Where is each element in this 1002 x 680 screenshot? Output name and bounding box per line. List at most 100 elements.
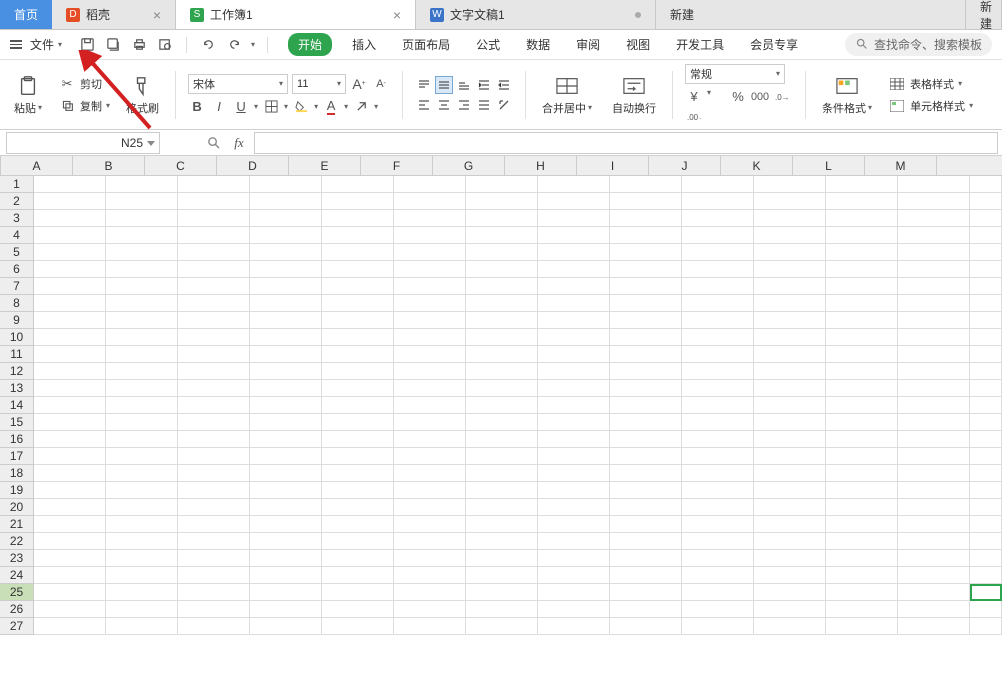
cell[interactable]: [754, 193, 826, 210]
row-header[interactable]: 23: [0, 550, 34, 567]
ribbon-tab-insert[interactable]: 插入: [346, 34, 382, 55]
row-header[interactable]: 17: [0, 448, 34, 465]
orientation-icon[interactable]: [495, 96, 513, 114]
cell[interactable]: [970, 601, 1002, 618]
cell[interactable]: [466, 193, 538, 210]
cell[interactable]: [682, 397, 754, 414]
cell[interactable]: [394, 567, 466, 584]
cell[interactable]: [826, 431, 898, 448]
cell[interactable]: [898, 312, 970, 329]
cell[interactable]: [322, 329, 394, 346]
cell[interactable]: [754, 533, 826, 550]
cell[interactable]: [178, 312, 250, 329]
cell[interactable]: [826, 312, 898, 329]
chevron-down-icon[interactable]: ▾: [374, 102, 378, 111]
row-header[interactable]: 9: [0, 312, 34, 329]
cell[interactable]: [106, 346, 178, 363]
cell[interactable]: [34, 244, 106, 261]
cell[interactable]: [970, 397, 1002, 414]
row-header[interactable]: 8: [0, 295, 34, 312]
print-icon[interactable]: [130, 36, 148, 54]
row-header[interactable]: 24: [0, 567, 34, 584]
cell[interactable]: [538, 465, 610, 482]
cell[interactable]: [970, 227, 1002, 244]
cell[interactable]: [754, 278, 826, 295]
column-header[interactable]: E: [289, 156, 361, 176]
tab-home[interactable]: 首页: [0, 0, 52, 29]
cell[interactable]: [394, 295, 466, 312]
cell[interactable]: [898, 176, 970, 193]
ribbon-tab-dev[interactable]: 开发工具: [670, 34, 730, 55]
cell[interactable]: [682, 516, 754, 533]
cell[interactable]: [898, 516, 970, 533]
align-left-icon[interactable]: [415, 96, 433, 114]
cell[interactable]: [826, 176, 898, 193]
cell[interactable]: [322, 618, 394, 635]
column-header[interactable]: [937, 156, 1002, 176]
cell[interactable]: [466, 550, 538, 567]
cell[interactable]: [250, 244, 322, 261]
cell[interactable]: [106, 295, 178, 312]
cell[interactable]: [250, 482, 322, 499]
align-bottom-icon[interactable]: [455, 76, 473, 94]
cell[interactable]: [898, 567, 970, 584]
row-header[interactable]: 21: [0, 516, 34, 533]
cell[interactable]: [394, 431, 466, 448]
cell[interactable]: [34, 618, 106, 635]
cell[interactable]: [178, 482, 250, 499]
cell[interactable]: [178, 584, 250, 601]
cell[interactable]: [34, 176, 106, 193]
cell[interactable]: [610, 448, 682, 465]
cell[interactable]: [466, 397, 538, 414]
cell[interactable]: [34, 499, 106, 516]
cell[interactable]: [394, 482, 466, 499]
cell[interactable]: [610, 414, 682, 431]
cell[interactable]: [682, 380, 754, 397]
cell[interactable]: [538, 584, 610, 601]
file-menu[interactable]: 文件 ▾: [30, 36, 62, 53]
column-header[interactable]: H: [505, 156, 577, 176]
cell[interactable]: [466, 516, 538, 533]
cell[interactable]: [106, 278, 178, 295]
cell[interactable]: [106, 482, 178, 499]
cell[interactable]: [466, 346, 538, 363]
cell[interactable]: [826, 584, 898, 601]
cell[interactable]: [34, 227, 106, 244]
cell[interactable]: [106, 618, 178, 635]
undo-icon[interactable]: [199, 36, 217, 54]
cell[interactable]: [466, 414, 538, 431]
cell[interactable]: [898, 397, 970, 414]
cell[interactable]: [610, 397, 682, 414]
row-header[interactable]: 22: [0, 533, 34, 550]
fx-icon[interactable]: fx: [230, 134, 248, 152]
cell[interactable]: [34, 397, 106, 414]
cell[interactable]: [466, 584, 538, 601]
cell[interactable]: [538, 227, 610, 244]
cell[interactable]: [610, 550, 682, 567]
cell[interactable]: [898, 261, 970, 278]
cell[interactable]: [322, 516, 394, 533]
row-header[interactable]: 27: [0, 618, 34, 635]
row-header[interactable]: 2: [0, 193, 34, 210]
cell[interactable]: [394, 448, 466, 465]
align-right-icon[interactable]: [455, 96, 473, 114]
row-header[interactable]: 4: [0, 227, 34, 244]
cell[interactable]: [322, 363, 394, 380]
cell[interactable]: [538, 261, 610, 278]
cell[interactable]: [826, 482, 898, 499]
cell[interactable]: [178, 346, 250, 363]
cell[interactable]: [754, 448, 826, 465]
cell[interactable]: [754, 261, 826, 278]
cell[interactable]: [394, 533, 466, 550]
cell[interactable]: [610, 261, 682, 278]
ribbon-tab-data[interactable]: 数据: [520, 34, 556, 55]
row-header[interactable]: 18: [0, 465, 34, 482]
cell[interactable]: [250, 329, 322, 346]
cell[interactable]: [898, 346, 970, 363]
tab-daoke[interactable]: D 稻壳 ×: [52, 0, 176, 29]
cell[interactable]: [898, 465, 970, 482]
cell[interactable]: [898, 618, 970, 635]
cell[interactable]: [34, 295, 106, 312]
fill-color-icon[interactable]: [292, 98, 310, 116]
cell[interactable]: [466, 295, 538, 312]
